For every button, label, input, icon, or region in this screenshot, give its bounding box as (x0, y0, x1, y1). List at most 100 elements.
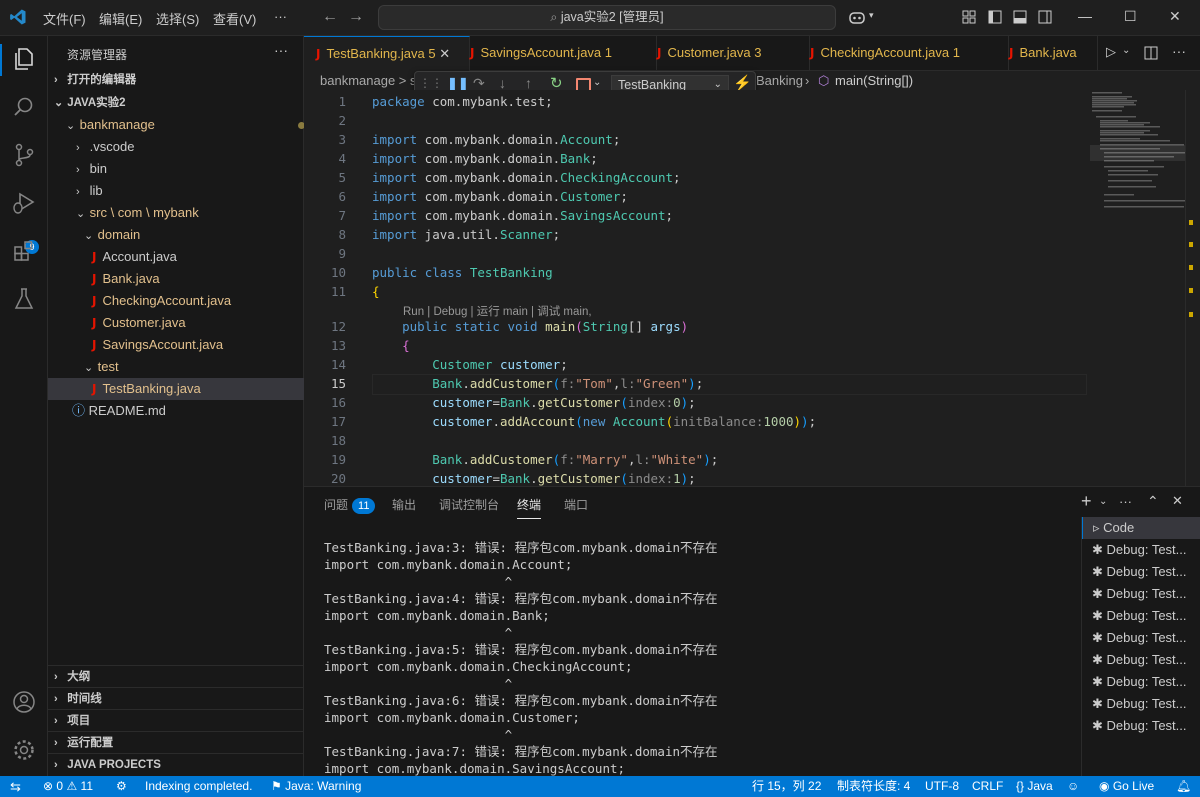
copilot-status-icon[interactable]: ☺ (1067, 776, 1079, 797)
menu-file[interactable]: 文件(F) (43, 9, 86, 28)
run-debug-icon[interactable] (11, 190, 37, 216)
breadcrumb-method[interactable]: main(String[]) (835, 73, 913, 88)
terminal-item-debug[interactable]: ✱ Debug: Test... (1082, 627, 1200, 649)
java-projects-section[interactable]: › JAVA PROJECTS (48, 753, 309, 776)
code-editor[interactable]: 1 package com.mybank.test; 2 3 import co… (304, 90, 1200, 486)
project-section[interactable]: ⌄ JAVA实验2 (48, 92, 309, 114)
search-icon[interactable] (11, 94, 37, 120)
terminal-item-debug[interactable]: ✱ Debug: Test... (1082, 539, 1200, 561)
manage-gear-icon[interactable] (11, 737, 37, 763)
tree-folder[interactable]: ⌄ src \ com \ mybank (48, 202, 331, 224)
run-config-section[interactable]: › 运行配置 (48, 731, 309, 754)
tab-savingsaccount[interactable]: J SavingsAccount.java 1 (458, 36, 657, 70)
terminal-item-debug[interactable]: ✱ Debug: Test... (1082, 693, 1200, 715)
open-editors-section[interactable]: › 打开的编辑器 (48, 69, 309, 91)
terminal-item-code[interactable]: ▹ Code (1082, 517, 1200, 539)
tree-folder[interactable]: ⌄ domain (48, 224, 339, 246)
outline-section[interactable]: › 大纲 (48, 665, 309, 688)
line-ending[interactable]: CRLF (972, 776, 1003, 797)
panel-tab-ports[interactable]: 端口 (564, 496, 588, 513)
tree-file[interactable]: JSavingsAccount.java1 (48, 334, 347, 356)
terminal-item-debug[interactable]: ✱ Debug: Test... (1082, 561, 1200, 583)
run-play-icon[interactable]: ▷ (1106, 44, 1116, 60)
projects-section[interactable]: › 项目 (48, 709, 309, 732)
editor-more-icon[interactable]: ··· (1172, 43, 1186, 59)
breadcrumb-path[interactable]: bankmanage > sr (320, 73, 421, 88)
step-into-icon[interactable]: ↓ (499, 75, 506, 91)
account-icon[interactable] (11, 689, 37, 715)
close-panel-icon[interactable]: ✕ (1172, 493, 1183, 509)
testing-icon[interactable] (11, 286, 37, 312)
copilot-chevron-icon[interactable]: ▾ (869, 10, 874, 21)
tree-file[interactable]: JBank.java1 (48, 268, 347, 290)
terminal-item-debug[interactable]: ✱ Debug: Test... (1082, 583, 1200, 605)
tab-size[interactable]: 制表符长度: 4 (837, 776, 910, 797)
step-out-icon[interactable]: ↑ (525, 75, 532, 91)
tree-file[interactable]: JCheckingAccount.java1 (48, 290, 347, 312)
tree-folder[interactable]: ⌄ bankmanage (48, 114, 321, 136)
maximize-panel-icon[interactable]: ⌃ (1147, 493, 1159, 510)
toggle-sidebar-icon[interactable] (988, 10, 1002, 24)
tree-folder[interactable]: ⌄ test (48, 356, 339, 378)
close-icon[interactable]: ✕ (1169, 8, 1181, 25)
java-status[interactable]: ⚑ Java: Warning (271, 776, 361, 797)
forward-arrow-icon[interactable]: → (348, 8, 364, 26)
panel-tab-problems[interactable]: 问题 11 (324, 496, 376, 514)
tree-file[interactable]: ⓘ README.md (48, 400, 327, 422)
panel-tab-debug-console[interactable]: 调试控制台 (439, 496, 499, 513)
notifications-bell-icon[interactable]: 🔔︎ (1176, 776, 1191, 797)
explorer-icon[interactable] (11, 46, 37, 72)
tree-folder[interactable]: › lib (48, 180, 331, 202)
problems-status[interactable]: ⊗ 0 ⚠ 11 (43, 776, 93, 797)
timeline-section[interactable]: › 时间线 (48, 687, 309, 710)
sidebar-more-icon[interactable]: ··· (274, 42, 288, 58)
terminal-item-debug[interactable]: ✱ Debug: Test... (1082, 605, 1200, 627)
toggle-secondary-sidebar-icon[interactable] (1038, 10, 1052, 24)
back-arrow-icon[interactable]: ← (322, 8, 338, 26)
toggle-panel-icon[interactable] (1013, 10, 1027, 24)
menu-more[interactable]: ··· (274, 9, 287, 24)
panel-tab-output[interactable]: 输出 (392, 496, 416, 513)
tree-file[interactable]: JTestBanking.java5 (48, 378, 347, 400)
menu-selection[interactable]: 选择(S) (156, 9, 199, 28)
command-center-search[interactable]: ⌕ java实验2 [管理员] (378, 5, 836, 30)
breadcrumb-class[interactable]: Banking (756, 73, 803, 88)
tab-close-icon[interactable]: ✕ (439, 46, 450, 61)
split-editor-icon[interactable] (1144, 46, 1158, 60)
drag-handle-icon[interactable]: ⋮⋮ (419, 76, 443, 90)
stop-chevron-icon[interactable]: ⌄ (593, 77, 601, 88)
source-control-icon[interactable] (11, 142, 37, 168)
debug-status-icon[interactable]: ⚙ (116, 776, 127, 797)
customize-layout-icon[interactable] (962, 10, 976, 24)
remote-icon[interactable]: ⇆ (10, 776, 21, 797)
terminal-output[interactable]: TestBanking.java:3: 错误: 程序包com.mybank.do… (324, 539, 1064, 777)
terminal-item-debug[interactable]: ✱ Debug: Test... (1082, 649, 1200, 671)
terminal-item-debug[interactable]: ✱ Debug: Test... (1082, 671, 1200, 693)
new-terminal-icon[interactable]: + (1081, 491, 1092, 512)
run-chevron-icon[interactable]: ⌄ (1122, 45, 1130, 56)
codelens-run-debug[interactable]: Run | Debug | 运行 main | 调试 main, (403, 303, 592, 319)
go-live[interactable]: ◉ Go Live (1099, 776, 1154, 797)
copilot-icon[interactable] (848, 9, 866, 25)
cursor-position[interactable]: 行 15，列 22 (752, 776, 821, 797)
panel-more-icon[interactable]: ··· (1119, 494, 1132, 509)
tree-file[interactable]: JCustomer.java3 (48, 312, 347, 334)
editor-scrollbar[interactable] (1185, 90, 1200, 486)
maximize-icon[interactable]: ☐ (1124, 8, 1137, 25)
tree-folder[interactable]: › .vscode (48, 136, 331, 158)
minimize-icon[interactable]: — (1078, 8, 1092, 24)
terminal-chevron-icon[interactable]: ⌄ (1099, 496, 1107, 507)
menu-view[interactable]: 查看(V) (213, 9, 256, 28)
minimap[interactable] (1090, 90, 1188, 220)
tab-testbanking[interactable]: J TestBanking.java 5 ✕ (304, 36, 470, 71)
language-mode[interactable]: {} Java (1016, 776, 1053, 797)
panel-tab-terminal[interactable]: 终端 (517, 496, 542, 519)
tab-checkingaccount[interactable]: J CheckingAccount.java 1 (798, 36, 1009, 70)
menu-edit[interactable]: 编辑(E) (99, 9, 142, 28)
extensions-icon[interactable] (11, 238, 37, 264)
tab-customer[interactable]: J Customer.java 3 (645, 36, 810, 70)
tab-bank[interactable]: J Bank.java (997, 36, 1098, 70)
encoding[interactable]: UTF-8 (925, 776, 959, 797)
tree-folder[interactable]: › bin (48, 158, 331, 180)
tree-file[interactable]: J Account.java (48, 246, 347, 268)
